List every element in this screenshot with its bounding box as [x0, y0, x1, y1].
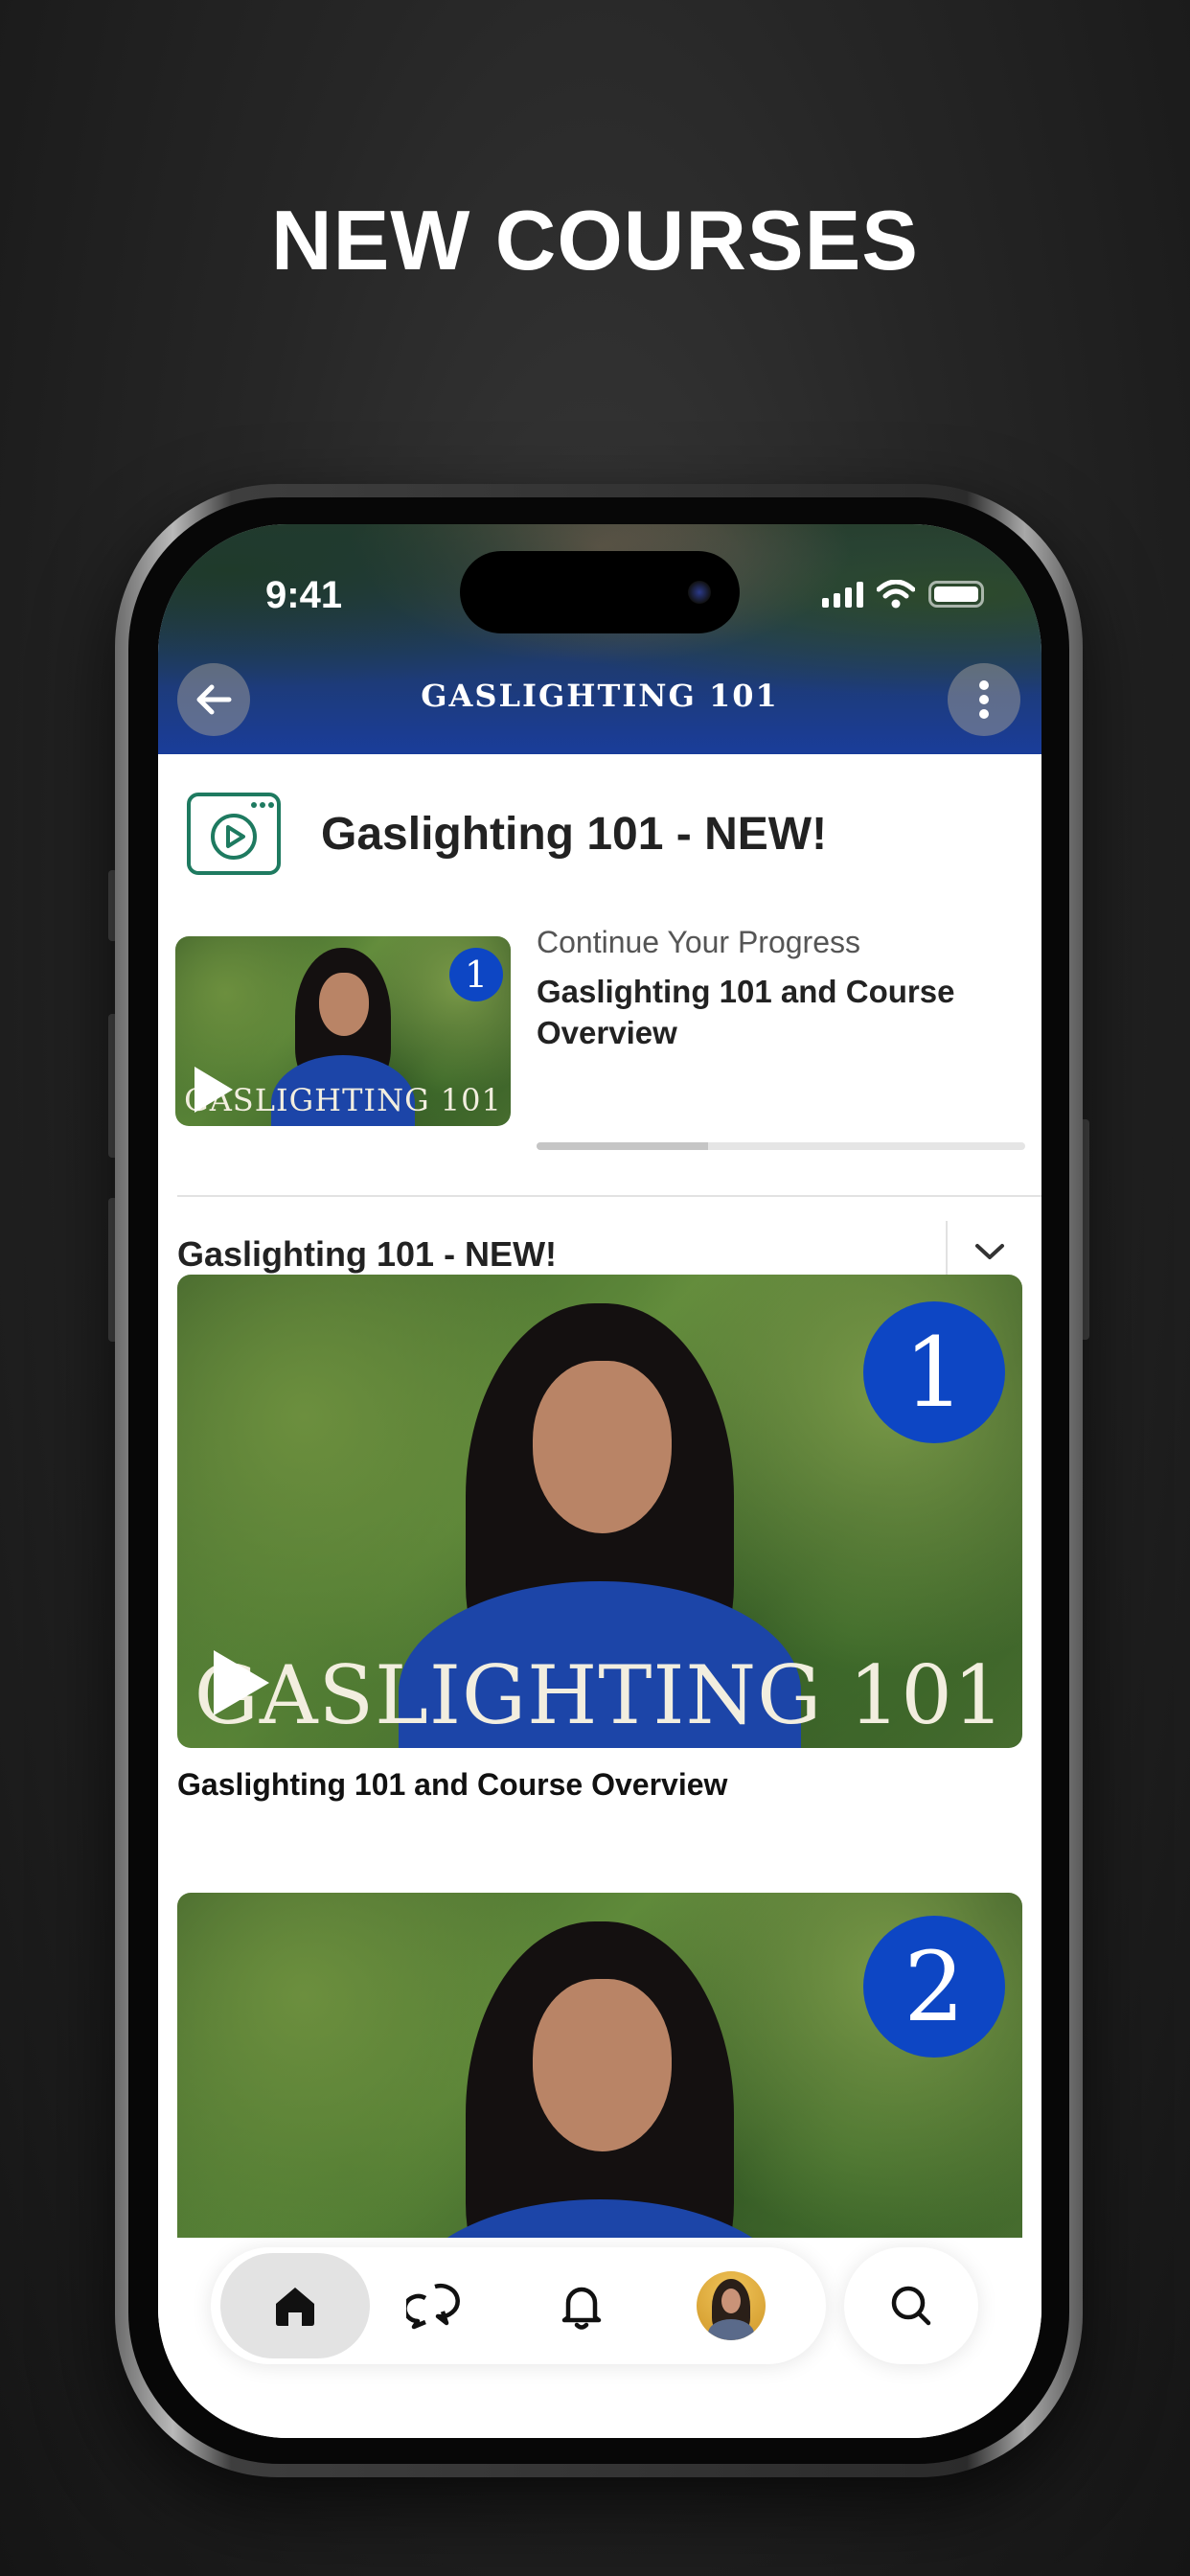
continue-label: Continue Your Progress — [537, 925, 860, 959]
battery-icon — [928, 581, 984, 608]
lesson-2-thumbnail[interactable]: 2 — [177, 1893, 1022, 2238]
avatar — [697, 2271, 766, 2340]
video-course-icon — [187, 793, 281, 875]
chevron-down-icon[interactable] — [973, 1240, 1007, 1263]
lesson-number-badge: 2 — [863, 1916, 1005, 2058]
dynamic-island — [460, 551, 740, 633]
more-vertical-icon — [979, 680, 989, 719]
continue-thumbnail[interactable]: 1 GASLIGHTING 101 — [175, 936, 511, 1126]
tab-chats[interactable] — [376, 2247, 491, 2364]
signal-icon — [822, 581, 863, 608]
lesson-1-title[interactable]: Gaslighting 101 and Course Overview — [177, 1767, 727, 1803]
course-header: Gaslighting 101 - NEW! — [187, 793, 827, 875]
continue-lesson-title[interactable]: Gaslighting 101 and Course Overview — [537, 971, 987, 1053]
tab-home[interactable] — [220, 2253, 370, 2358]
section-separator — [946, 1221, 948, 1282]
tab-profile[interactable] — [674, 2247, 789, 2364]
divider — [177, 1195, 1041, 1197]
search-button[interactable] — [844, 2247, 978, 2364]
progress-bar-fill — [537, 1142, 708, 1150]
section-title: Gaslighting 101 - NEW! — [177, 1234, 558, 1274]
wifi-icon — [877, 580, 915, 609]
status-time: 9:41 — [265, 574, 343, 616]
nav-title: GASLIGHTING 101 — [421, 678, 779, 714]
search-icon — [891, 2286, 931, 2326]
camera-icon — [688, 581, 711, 604]
play-icon[interactable] — [214, 1650, 269, 1715]
progress-bar — [537, 1142, 1025, 1150]
bell-icon — [561, 2287, 602, 2330]
status-icons — [822, 580, 984, 609]
lesson-number-badge: 1 — [449, 948, 503, 1001]
header-backdrop: 9:41 GASLIGHTING 101 — [158, 524, 1041, 754]
course-title: Gaslighting 101 - NEW! — [321, 808, 828, 860]
chat-bubbles-icon — [406, 2283, 460, 2330]
tab-notifications[interactable] — [524, 2247, 639, 2364]
presenter-image — [399, 1921, 801, 2238]
phone-screen: 9:41 GASLIGHTING 101 Gaslighting 101 - N… — [158, 524, 1041, 2438]
lesson-number-badge: 1 — [863, 1301, 1005, 1443]
promo-headline: NEW COURSES — [271, 193, 919, 288]
more-button[interactable] — [948, 663, 1020, 736]
course-content: Gaslighting 101 - NEW! 1 GASLIGHTING 101… — [158, 754, 1041, 2438]
play-icon[interactable] — [195, 1067, 233, 1113]
lesson-1-thumbnail[interactable]: 1 GASLIGHTING 101 — [177, 1275, 1022, 1748]
tab-bar — [211, 2247, 826, 2364]
home-icon — [276, 2288, 314, 2326]
thumbnail-caption: GASLIGHTING 101 — [194, 1648, 1006, 1742]
